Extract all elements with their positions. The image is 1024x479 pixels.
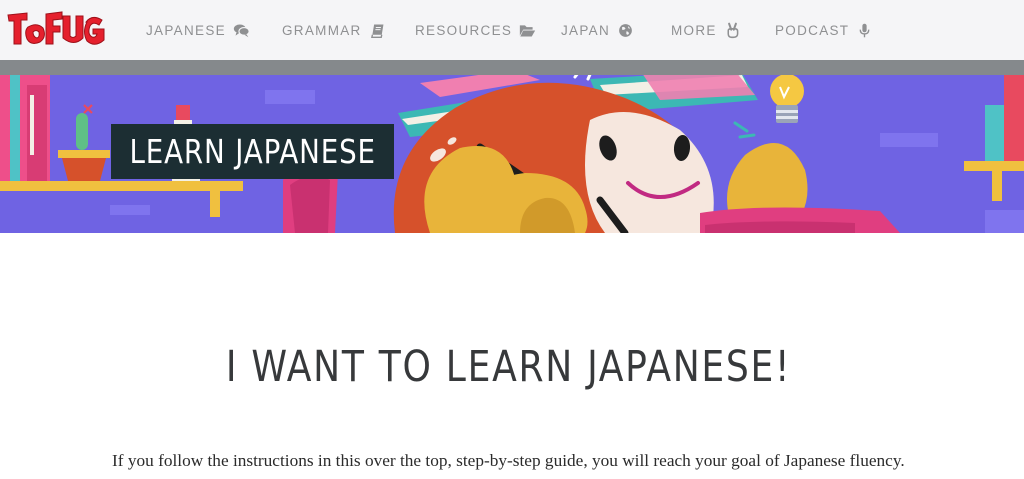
hero-title: LEARN JAPANESE [129, 132, 376, 171]
nav-item-resources[interactable]: RESOURCES [415, 19, 536, 41]
speech-bubbles-icon [233, 24, 250, 37]
peace-hand-icon [727, 22, 739, 38]
folder-open-icon [520, 24, 536, 36]
nav-item-label: JAPAN [561, 22, 611, 38]
globe-icon [619, 23, 632, 37]
nav-item-label: PODCAST [775, 22, 850, 38]
nav-item-label: JAPANESE [146, 22, 226, 38]
hero-banner: LEARN JAPANESE [0, 75, 1024, 233]
nav-item-podcast[interactable]: PODCAST [775, 19, 873, 41]
nav-divider-bar [0, 60, 1024, 75]
nav-item-label: GRAMMAR [282, 22, 362, 38]
nav-item-label: RESOURCES [415, 22, 513, 38]
page-title: I WANT TO LEARN JAPANESE! [0, 342, 1024, 392]
intro-paragraph: If you follow the instructions in this o… [112, 451, 905, 470]
nav-item-more[interactable]: MORE [671, 19, 741, 41]
nav-item-grammar[interactable]: GRAMMAR [282, 19, 386, 41]
page-title-text: I WANT TO LEARN JAPANESE! [226, 342, 792, 392]
nav-item-japan[interactable]: JAPAN [561, 19, 634, 41]
tofugu-logo-icon [7, 11, 105, 45]
tofugu-logo[interactable] [6, 6, 106, 50]
book-icon [370, 24, 384, 38]
nav-item-label: MORE [671, 22, 717, 38]
hero-title-box: LEARN JAPANESE [111, 124, 394, 179]
microphone-icon [859, 23, 870, 37]
top-navigation: JAPANESE GRAMMAR RESOURCES JAPAN MORE PO… [0, 0, 1024, 60]
nav-item-japanese[interactable]: JAPANESE [146, 19, 250, 41]
